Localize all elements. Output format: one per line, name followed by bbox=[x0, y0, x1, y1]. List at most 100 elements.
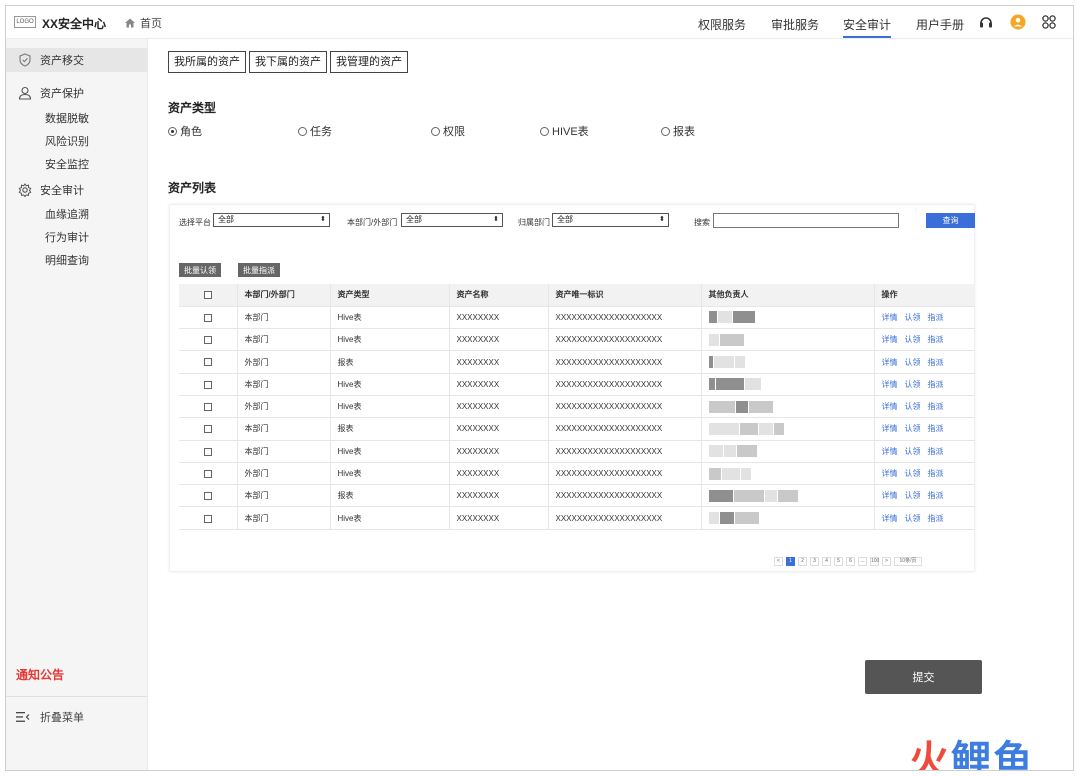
radio-dot bbox=[298, 126, 307, 136]
radio-hive-table[interactable]: HIVE表 bbox=[540, 123, 589, 139]
dept-cell: 本部门 bbox=[237, 484, 331, 508]
sidebar-item-detail-query[interactable]: 明细查询 bbox=[45, 252, 89, 268]
claim-link[interactable]: 认领 bbox=[905, 335, 921, 344]
tab-subordinate-assets[interactable]: 我下属的资产 bbox=[249, 51, 327, 73]
table-row: 本部门 Hive表 XXXXXXXX XXXXXXXXXXXXXXXXXXXX … bbox=[179, 506, 975, 530]
detail-link[interactable]: 详情 bbox=[882, 469, 898, 478]
select-all-checkbox-cell bbox=[179, 284, 238, 307]
sidebar-item-lineage-tracing[interactable]: 血缘追溯 bbox=[45, 206, 89, 222]
tab-my-assets[interactable]: 我所属的资产 bbox=[168, 51, 246, 73]
platform-select[interactable]: 全部 ⬍ bbox=[213, 213, 330, 227]
assign-link[interactable]: 指派 bbox=[928, 424, 944, 433]
row-checkbox[interactable] bbox=[203, 492, 212, 501]
page-button[interactable]: 4 bbox=[822, 557, 831, 566]
row-checkbox[interactable] bbox=[203, 358, 212, 367]
radio-role[interactable]: 角色 bbox=[168, 123, 202, 139]
assign-link[interactable]: 指派 bbox=[928, 380, 944, 389]
batch-assign-button[interactable]: 批量指派 bbox=[238, 263, 280, 277]
headset-icon[interactable] bbox=[978, 14, 994, 30]
claim-link[interactable]: 认领 bbox=[905, 313, 921, 322]
assign-link[interactable]: 指派 bbox=[928, 313, 944, 322]
claim-link[interactable]: 认领 bbox=[905, 402, 921, 411]
row-checkbox[interactable] bbox=[203, 425, 212, 434]
apps-grid-icon[interactable] bbox=[1041, 14, 1057, 30]
type-cell: Hive表 bbox=[330, 328, 450, 352]
assign-link[interactable]: 指派 bbox=[928, 469, 944, 478]
sidebar-item-security-monitoring[interactable]: 安全监控 bbox=[45, 156, 89, 172]
dept-select[interactable]: 全部 ⬍ bbox=[401, 213, 503, 227]
page-button[interactable]: 2 bbox=[798, 557, 807, 566]
column-header: 操作 bbox=[874, 284, 975, 307]
page-button[interactable]: 5 bbox=[834, 557, 843, 566]
sidebar-item-behavior-audit[interactable]: 行为审计 bbox=[45, 229, 89, 245]
home-link[interactable]: 首页 bbox=[124, 15, 162, 31]
notice-link[interactable]: 通知公告 bbox=[16, 666, 64, 683]
detail-link[interactable]: 详情 bbox=[882, 424, 898, 433]
sidebar-item-security-audit[interactable]: 安全审计 bbox=[6, 178, 147, 202]
detail-link[interactable]: 详情 bbox=[882, 491, 898, 500]
page-button[interactable]: 100 bbox=[870, 557, 879, 566]
radio-report[interactable]: 报表 bbox=[661, 123, 695, 139]
row-checkbox[interactable] bbox=[203, 447, 212, 456]
row-checkbox[interactable] bbox=[203, 403, 212, 412]
nav-user-manual[interactable]: 用户手册 bbox=[916, 16, 964, 33]
page-button[interactable]: 3 bbox=[810, 557, 819, 566]
row-checkbox[interactable] bbox=[203, 336, 212, 345]
claim-link[interactable]: 认领 bbox=[905, 380, 921, 389]
claim-link[interactable]: 认领 bbox=[905, 514, 921, 523]
detail-link[interactable]: 详情 bbox=[882, 313, 898, 322]
detail-link[interactable]: 详情 bbox=[882, 402, 898, 411]
detail-link[interactable]: 详情 bbox=[882, 358, 898, 367]
page-size-select[interactable]: 10条/页 bbox=[894, 557, 922, 566]
owner-dept-select[interactable]: 全部 ⬍ bbox=[552, 213, 669, 227]
type-cell: Hive表 bbox=[330, 373, 450, 396]
page-button[interactable]: 6 bbox=[846, 557, 855, 566]
detail-link[interactable]: 详情 bbox=[882, 447, 898, 456]
row-checkbox[interactable] bbox=[203, 469, 212, 478]
tab-managed-assets[interactable]: 我管理的资产 bbox=[330, 51, 408, 73]
detail-link[interactable]: 详情 bbox=[882, 380, 898, 389]
radio-label: 任务 bbox=[310, 126, 332, 138]
sidebar-item-data-masking[interactable]: 数据脱敏 bbox=[45, 110, 89, 126]
select-arrow-icon: ⬍ bbox=[320, 216, 326, 223]
detail-link[interactable]: 详情 bbox=[882, 514, 898, 523]
claim-link[interactable]: 认领 bbox=[905, 424, 921, 433]
radio-permission[interactable]: 权限 bbox=[431, 123, 465, 139]
row-checkbox[interactable] bbox=[203, 514, 212, 523]
assign-link[interactable]: 指派 bbox=[928, 447, 944, 456]
nav-permission-service[interactable]: 权限服务 bbox=[698, 16, 746, 33]
sidebar-item-risk-identification[interactable]: 风险识别 bbox=[45, 133, 89, 149]
dept-cell: 本部门 bbox=[237, 306, 331, 330]
other-owner-cell bbox=[701, 350, 875, 374]
query-button[interactable]: 查询 bbox=[926, 213, 975, 228]
assign-link[interactable]: 指派 bbox=[928, 335, 944, 344]
radio-task[interactable]: 任务 bbox=[298, 123, 332, 139]
nav-security-audit[interactable]: 安全审计 bbox=[843, 16, 892, 38]
search-input[interactable] bbox=[713, 213, 899, 228]
claim-link[interactable]: 认领 bbox=[905, 469, 921, 478]
redacted-block bbox=[773, 422, 784, 435]
page-button[interactable]: ... bbox=[858, 557, 867, 566]
detail-link[interactable]: 详情 bbox=[882, 335, 898, 344]
claim-link[interactable]: 认领 bbox=[905, 447, 921, 456]
row-checkbox[interactable] bbox=[203, 380, 212, 389]
assign-link[interactable]: 指派 bbox=[928, 514, 944, 523]
assign-link[interactable]: 指派 bbox=[928, 491, 944, 500]
assign-link[interactable]: 指派 bbox=[928, 402, 944, 411]
claim-link[interactable]: 认领 bbox=[905, 358, 921, 367]
sidebar-item-asset-transfer[interactable]: 资产移交 bbox=[6, 48, 147, 72]
page-button[interactable]: 1 bbox=[786, 557, 795, 566]
assign-link[interactable]: 指派 bbox=[928, 358, 944, 367]
batch-claim-button[interactable]: 批量认领 bbox=[179, 263, 221, 277]
collapse-menu-button[interactable]: 折叠菜单 bbox=[16, 709, 84, 725]
next-page-button[interactable]: > bbox=[882, 557, 891, 566]
avatar-icon[interactable] bbox=[1010, 14, 1026, 30]
nav-approval-service[interactable]: 审批服务 bbox=[771, 16, 819, 33]
claim-link[interactable]: 认领 bbox=[905, 491, 921, 500]
type-cell: Hive表 bbox=[330, 506, 450, 530]
submit-button[interactable]: 提交 bbox=[865, 660, 982, 694]
prev-page-button[interactable]: < bbox=[774, 557, 783, 566]
row-checkbox[interactable] bbox=[203, 313, 212, 322]
select-all-checkbox[interactable] bbox=[203, 291, 212, 300]
sidebar-item-asset-protection[interactable]: 资产保护 bbox=[6, 81, 147, 105]
